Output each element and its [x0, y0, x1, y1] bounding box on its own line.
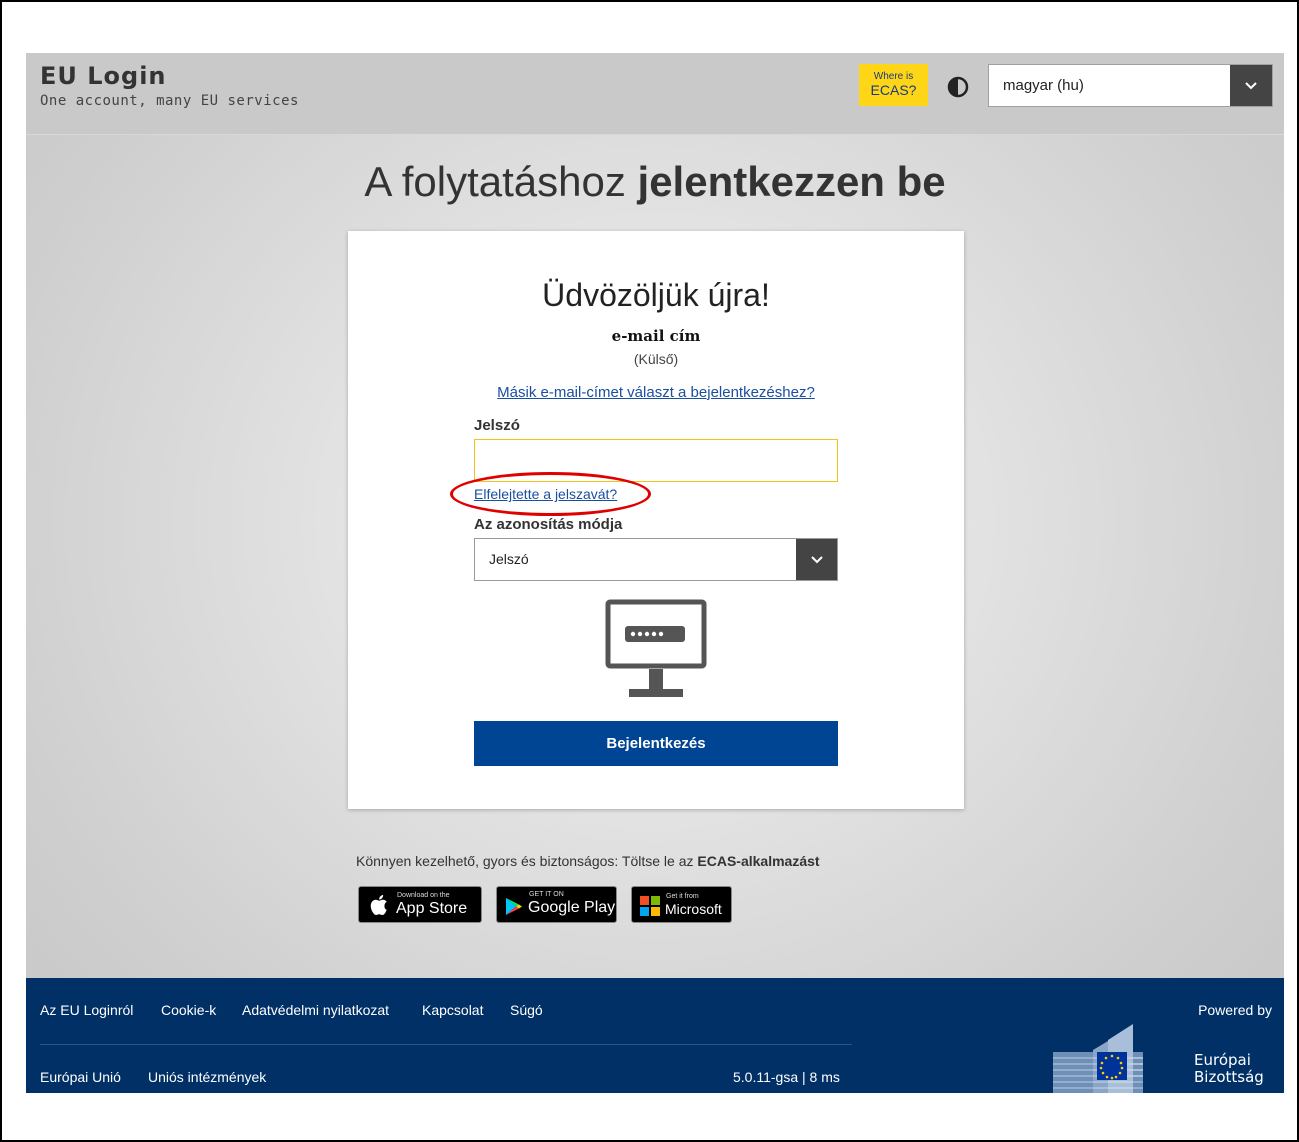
page-title-normal: A folytatáshoz [364, 158, 638, 205]
sign-in-button[interactable]: Bejelentkezés [474, 721, 838, 766]
other-email-link: Másik e-mail-címet választ a bejelentkez… [348, 384, 964, 401]
ecas-app-promo: Könnyen kezelhető, gyors és biztonságos:… [356, 853, 820, 869]
app-store-badge[interactable]: Download on the App Store [358, 886, 482, 923]
microsoft-small-text: Get it from [666, 893, 699, 900]
welcome-heading: Üdvözöljük újra! [542, 277, 770, 313]
password-monitor-icon [605, 599, 707, 697]
powered-by-label: Powered by [1198, 1002, 1272, 1018]
ec-name-line2: Bizottság [1194, 1068, 1264, 1086]
site-footer: Az EU Loginról Cookie-k Adatvédelmi nyil… [26, 978, 1284, 1093]
footer-link-institutions[interactable]: Uniós intézmények [148, 1069, 266, 1085]
language-select-value: magyar (hu) [1003, 77, 1084, 94]
footer-link-eu[interactable]: Európai Unió [40, 1069, 121, 1085]
auth-method-select[interactable]: Jelszó [474, 538, 838, 581]
google-play-icon [506, 898, 522, 915]
contrast-icon[interactable] [947, 76, 969, 98]
european-commission-logo-icon [1053, 1024, 1143, 1093]
promo-bold: ECAS-alkalmazást [697, 853, 820, 869]
brand-title[interactable]: EU Login [40, 62, 167, 90]
password-label: Jelszó [474, 417, 520, 434]
language-select[interactable]: magyar (hu) [988, 64, 1273, 107]
other-email-link-text[interactable]: Másik e-mail-címet választ a bejelentkez… [497, 384, 815, 401]
microsoft-name: Microsoft [665, 901, 722, 917]
eu-login-page: EU Login One account, many EU services W… [26, 53, 1284, 1093]
auth-method-value: Jelszó [489, 551, 529, 567]
chevron-down-icon[interactable] [796, 539, 837, 580]
googleplay-small-text: GET IT ON [529, 891, 564, 898]
ec-name-line1: Európai [1194, 1051, 1251, 1069]
brand-subtitle: One account, many EU services [40, 93, 299, 109]
footer-link-privacy[interactable]: Adatvédelmi nyilatkozat [242, 1002, 389, 1018]
ecas-badge-line1: Where is [873, 71, 914, 82]
apple-icon [370, 895, 387, 916]
appstore-name: App Store [396, 900, 468, 917]
microsoft-icon [640, 896, 660, 916]
promo-text: Könnyen kezelhető, gyors és biztonságos:… [356, 853, 698, 869]
ecas-badge-line2: ECAS? [870, 82, 917, 98]
microsoft-store-badge[interactable]: Get it from Microsoft [631, 886, 732, 923]
footer-link-help[interactable]: Súgó [510, 1002, 543, 1018]
page-title-bold: jelentkezzen be [637, 158, 946, 205]
version-info: 5.0.11-gsa | 8 ms [733, 1069, 840, 1085]
login-card: Üdvözöljük újra! e-mail cím (Külső) Mási… [348, 231, 964, 809]
appstore-small-text: Download on the [397, 892, 450, 899]
page-title: A folytatáshoz jelentkezzen be [26, 158, 1284, 206]
account-type: (Külső) [633, 351, 679, 367]
footer-link-contact[interactable]: Kapcsolat [422, 1002, 483, 1018]
google-play-badge[interactable]: GET IT ON Google Play [496, 886, 617, 923]
forgot-password-highlight-ellipse [450, 472, 651, 516]
footer-link-about[interactable]: Az EU Loginról [40, 1002, 133, 1018]
site-header: EU Login One account, many EU services W… [26, 53, 1284, 135]
user-email: e-mail cím [611, 327, 701, 345]
where-is-ecas-button[interactable]: Where is ECAS? [859, 64, 928, 106]
auth-method-label: Az azonosítás módja [474, 516, 623, 533]
googleplay-name: Google Play [528, 899, 616, 916]
chevron-down-icon[interactable] [1230, 65, 1272, 106]
ec-name: Európai Bizottság [1194, 1052, 1264, 1086]
footer-link-cookies[interactable]: Cookie-k [161, 1002, 216, 1018]
footer-divider [40, 1044, 852, 1045]
